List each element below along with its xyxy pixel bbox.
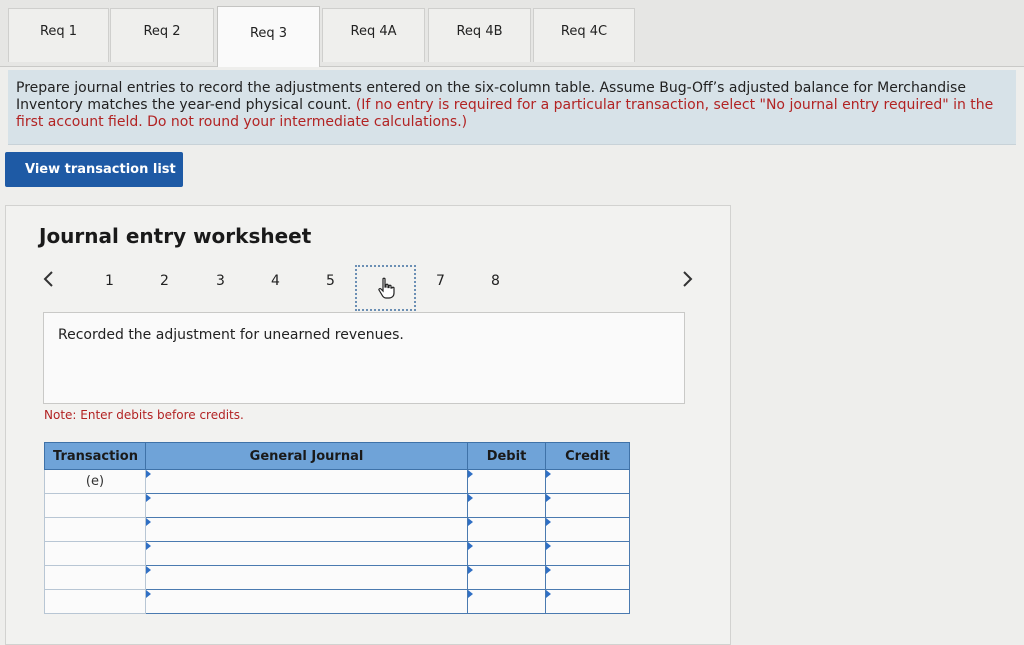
tab-label: Req 4A	[350, 24, 397, 39]
view-transaction-list-button[interactable]: View transaction list	[5, 152, 183, 187]
debit-input[interactable]	[467, 493, 546, 518]
requirement-tabs: Req 1 Req 2 Req 3 Req 4A Req 4B Req 4C	[0, 0, 1024, 67]
tab-label: Req 3	[249, 25, 288, 41]
dropdown-marker-icon	[146, 470, 151, 478]
page-6-current[interactable]	[355, 265, 416, 311]
credit-input[interactable]	[545, 493, 630, 518]
chevron-right-icon[interactable]	[682, 269, 694, 293]
header-general-journal: General Journal	[145, 442, 468, 470]
dropdown-marker-icon	[146, 494, 151, 502]
account-select[interactable]	[145, 565, 468, 590]
tab-req-4c[interactable]: Req 4C	[533, 8, 635, 62]
hand-pointer-icon	[377, 277, 395, 299]
worksheet-pager: 1 2 3 4 5 7 8	[6, 262, 732, 311]
input-marker-icon	[546, 470, 551, 478]
tab-req-2[interactable]: Req 2	[110, 8, 214, 62]
tab-req-1[interactable]: Req 1	[8, 8, 109, 62]
page-3[interactable]: 3	[216, 273, 225, 289]
transaction-cell	[44, 565, 146, 590]
credit-input[interactable]	[545, 589, 630, 614]
page-1[interactable]: 1	[105, 273, 114, 289]
input-marker-icon	[468, 566, 473, 574]
journal-entry-worksheet-panel: Journal entry worksheet 1 2 3 4 5 7 8 Re…	[5, 205, 731, 645]
account-select[interactable]	[145, 541, 468, 566]
debit-input[interactable]	[467, 565, 546, 590]
debit-input[interactable]	[467, 589, 546, 614]
debit-credit-note: Note: Enter debits before credits.	[44, 408, 244, 422]
tab-req-3[interactable]: Req 3	[217, 6, 320, 67]
tab-label: Req 4C	[560, 24, 608, 39]
worksheet-title: Journal entry worksheet	[39, 224, 312, 248]
input-marker-icon	[546, 518, 551, 526]
transaction-description-box: Recorded the adjustment for unearned rev…	[43, 312, 685, 404]
table-row: (e)	[44, 469, 630, 494]
transaction-cell	[44, 589, 146, 614]
dropdown-marker-icon	[146, 542, 151, 550]
input-marker-icon	[546, 494, 551, 502]
page-7[interactable]: 7	[436, 273, 445, 289]
input-marker-icon	[468, 542, 473, 550]
debit-input[interactable]	[467, 469, 546, 494]
input-marker-icon	[468, 494, 473, 502]
debit-input[interactable]	[467, 541, 546, 566]
transaction-cell: (e)	[44, 469, 146, 494]
table-row	[44, 565, 630, 590]
chevron-left-icon[interactable]	[42, 269, 54, 293]
transaction-cell	[44, 541, 146, 566]
transaction-cell	[44, 517, 146, 542]
dropdown-marker-icon	[146, 566, 151, 574]
transaction-cell	[44, 493, 146, 518]
page-8[interactable]: 8	[491, 273, 500, 289]
header-debit: Debit	[467, 442, 546, 470]
header-transaction: Transaction	[44, 442, 146, 470]
account-select[interactable]	[145, 493, 468, 518]
input-marker-icon	[468, 518, 473, 526]
table-row	[44, 517, 630, 542]
journal-table: Transaction General Journal Debit Credit…	[44, 442, 630, 614]
dropdown-marker-icon	[146, 518, 151, 526]
input-marker-icon	[468, 590, 473, 598]
page-2[interactable]: 2	[160, 273, 169, 289]
input-marker-icon	[546, 566, 551, 574]
transaction-description: Recorded the adjustment for unearned rev…	[58, 327, 404, 343]
table-row	[44, 541, 630, 566]
account-select[interactable]	[145, 517, 468, 542]
input-marker-icon	[546, 590, 551, 598]
table-header-row: Transaction General Journal Debit Credit	[44, 442, 630, 470]
credit-input[interactable]	[545, 517, 630, 542]
tab-label: Req 1	[39, 24, 78, 39]
table-row	[44, 589, 630, 614]
input-marker-icon	[546, 542, 551, 550]
instructions-banner: Prepare journal entries to record the ad…	[8, 70, 1016, 145]
credit-input[interactable]	[545, 565, 630, 590]
tab-req-4a[interactable]: Req 4A	[322, 8, 425, 62]
account-select[interactable]	[145, 589, 468, 614]
table-row	[44, 493, 630, 518]
page-5[interactable]: 5	[326, 273, 335, 289]
header-credit: Credit	[545, 442, 630, 470]
tab-label: Req 2	[143, 24, 181, 39]
credit-input[interactable]	[545, 469, 630, 494]
tab-label: Req 4B	[456, 24, 503, 39]
credit-input[interactable]	[545, 541, 630, 566]
input-marker-icon	[468, 470, 473, 478]
account-select[interactable]	[145, 469, 468, 494]
page-4[interactable]: 4	[271, 273, 280, 289]
dropdown-marker-icon	[146, 590, 151, 598]
debit-input[interactable]	[467, 517, 546, 542]
tab-req-4b[interactable]: Req 4B	[428, 8, 531, 62]
